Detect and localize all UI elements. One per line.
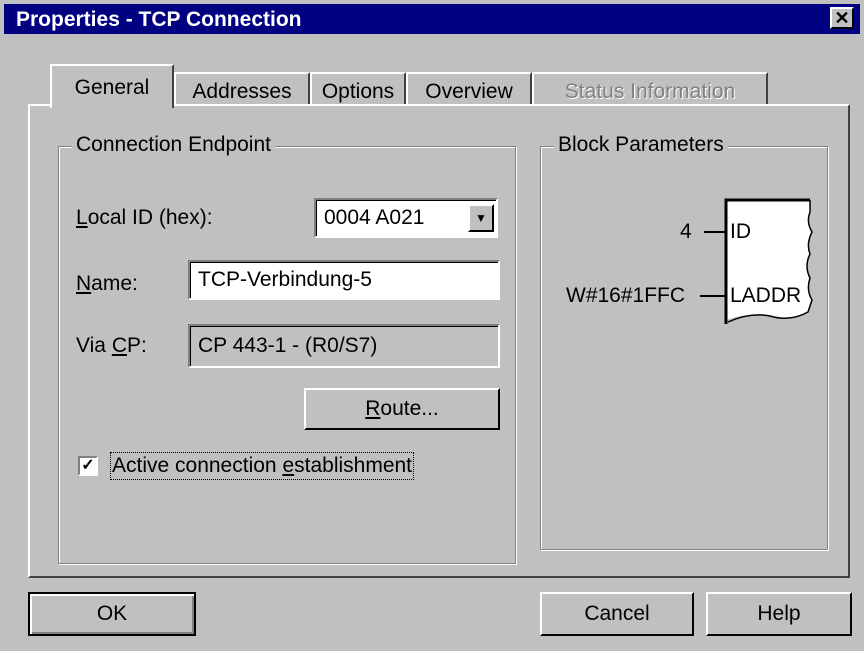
ok-button[interactable]: OK [28,592,196,636]
ok-button-label: OK [96,602,128,625]
name-label: Name: [76,272,138,295]
title-bar: Properties - TCP Connection ✕ [4,4,860,34]
local-id-value: 0004 A021 [324,206,425,229]
tab-status-information: Status Information [532,72,768,106]
laddr-pin-label: LADDR [730,284,802,307]
local-id-label: Local ID (hex): [76,206,213,229]
local-id-dropdown-button[interactable]: ▼ [468,204,494,232]
tab-options-label: Options [321,80,395,103]
help-button-label: Help [757,602,801,625]
laddr-input-value: W#16#1FFC [566,284,686,307]
active-connection-checkbox[interactable]: ✓ [78,456,98,476]
route-button[interactable]: Route... [304,388,500,430]
via-cp-value: CP 443-1 - (R0/S7) [198,334,378,357]
close-button[interactable]: ✕ [830,7,854,29]
tab-overview[interactable]: Overview [406,72,532,106]
close-icon: ✕ [834,8,850,28]
tab-options[interactable]: Options [310,72,406,106]
window-title: Properties - TCP Connection [16,8,302,31]
name-input[interactable]: TCP-Verbindung-5 [188,260,500,300]
via-cp-field: CP 443-1 - (R0/S7) [188,324,500,368]
cancel-button[interactable]: Cancel [540,592,694,636]
tab-overview-label: Overview [425,80,513,103]
via-cp-label: Via CP: [76,334,147,357]
id-input-value: 4 [680,220,692,243]
route-button-label: Route... [365,397,439,420]
help-button[interactable]: Help [706,592,852,636]
chevron-down-icon: ▼ [475,211,487,225]
tab-status-information-label: Status Information [564,80,736,103]
tab-general-label: General [74,76,150,99]
checkmark-icon: ✓ [81,457,95,474]
tab-addresses-label: Addresses [192,80,292,103]
id-pin-label: ID [730,220,751,243]
cancel-button-label: Cancel [584,602,650,625]
function-block-diagram [700,198,813,324]
block-parameters-title: Block Parameters [554,133,728,157]
name-value: TCP-Verbindung-5 [198,268,372,291]
local-id-select[interactable]: 0004 A021 ▼ [314,198,498,238]
active-connection-label[interactable]: Active connection establishment [109,452,415,480]
tab-addresses[interactable]: Addresses [174,72,310,106]
tab-general[interactable]: General [50,64,174,108]
connection-endpoint-title: Connection Endpoint [72,133,275,157]
